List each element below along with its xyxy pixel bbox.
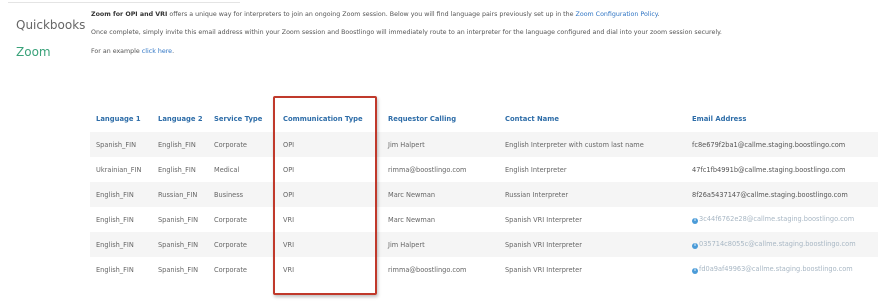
cell-contact-name: Spanish VRI Interpreter: [505, 215, 582, 224]
cell-email-address[interactable]: fc8e679f2ba1@callme.staging.boostlingo.c…: [686, 132, 878, 157]
cell-service-type: Business: [208, 182, 277, 207]
cell-contact-name: English Interpreter: [505, 165, 567, 174]
cell-language-1: English_FIN: [90, 182, 152, 207]
cell-requestor-calling: Marc Newman: [382, 182, 499, 207]
info-icon[interactable]: i: [692, 268, 698, 274]
example-text: For an example: [91, 47, 142, 55]
description-line-1: Zoom for OPI and VRI offers a unique way…: [91, 10, 871, 20]
table-body: Spanish_FIN English_FIN Corporate OPI Jim Ha…: [90, 132, 878, 282]
table-row[interactable]: English_FIN Russian_FIN Business OPI Marc Ne…: [90, 182, 878, 207]
click-here-link[interactable]: click here: [142, 48, 172, 55]
zoom-configuration-policy-link[interactable]: Zoom Configuration Policy: [576, 11, 658, 18]
cell-language-1: English_FIN: [90, 232, 152, 257]
example-period: .: [172, 47, 175, 55]
email-address-text: 8f26a5437147@callme.staging.boostlingo.c…: [692, 190, 848, 199]
table-row[interactable]: English_FIN Spanish_FIN Corporate VRI Marc N…: [90, 207, 878, 232]
cell-language-2: Russian_FIN: [152, 182, 208, 207]
cell-service-type: Corporate: [214, 265, 247, 274]
column-header-language-2[interactable]: Language 2: [152, 106, 208, 132]
cell-requestor-calling: rimma@boostlingo.com: [388, 265, 467, 274]
cell-service-type: Corporate: [208, 232, 277, 257]
product-name: Zoom for OPI and VRI: [91, 11, 168, 18]
cell-service-type: Medical: [214, 165, 240, 174]
cell-language-1: English_FIN: [96, 215, 134, 224]
language-pairs-table: Language 1 Language 2 Service Type Commu…: [90, 106, 878, 282]
sidebar-item-zoom[interactable]: Zoom: [16, 45, 51, 59]
cell-contact-name: Spanish VRI Interpreter: [499, 232, 686, 257]
info-icon[interactable]: i: [692, 243, 698, 249]
description-period: .: [657, 11, 660, 18]
cell-service-type: Corporate: [208, 132, 277, 157]
cell-language-1: Spanish_FIN: [90, 132, 152, 157]
cell-email-address[interactable]: 8f26a5437147@callme.staging.boostlingo.c…: [686, 182, 878, 207]
cell-language-2: Spanish_FIN: [158, 215, 199, 224]
column-header-service-type[interactable]: Service Type: [208, 106, 277, 132]
cell-email-address[interactable]: i fd0a9af49963@callme.staging.boostlingo.…: [686, 257, 878, 282]
description-line-3: For an example click here.: [91, 47, 871, 57]
cell-language-1: English_FIN: [96, 265, 134, 274]
column-header-email-address[interactable]: Email Address: [686, 106, 878, 132]
cell-contact-name: English Interpreter with custom last nam…: [499, 132, 686, 157]
email-address-text: fd0a9af49963@callme.staging.boostlingo.c…: [699, 265, 853, 273]
table-header-row: Language 1 Language 2 Service Type Commu…: [90, 106, 878, 132]
cell-email-address[interactable]: i 3c44f6762e28@callme.staging.boostlingo.…: [686, 207, 878, 232]
cell-contact-name: Spanish VRI Interpreter: [505, 265, 582, 274]
zoom-description: Zoom for OPI and VRI offers a unique way…: [91, 10, 871, 65]
email-address-text: 47fc1fb4991b@callme.staging.boostlingo.c…: [692, 165, 846, 174]
table-row[interactable]: Ukrainian_FIN English_FIN Medical OPI rimma@…: [90, 157, 878, 182]
email-address-text: fc8e679f2ba1@callme.staging.boostlingo.c…: [692, 140, 846, 149]
cell-requestor-calling: Jim Halpert: [382, 232, 499, 257]
table-row[interactable]: English_FIN Spanish_FIN Corporate VRI rimma@…: [90, 257, 878, 282]
cell-service-type: Corporate: [214, 215, 247, 224]
cell-language-2: English_FIN: [158, 165, 196, 174]
description-text: offers a unique way for interpreters to …: [167, 11, 576, 18]
column-header-requestor-calling[interactable]: Requestor Calling: [382, 106, 499, 132]
description-line-2: Once complete, simply invite this email …: [91, 29, 722, 37]
cell-requestor-calling: rimma@boostlingo.com: [388, 165, 467, 174]
cell-requestor-calling: Jim Halpert: [382, 132, 499, 157]
cell-email-address[interactable]: 47fc1fb4991b@callme.staging.boostlingo.c…: [686, 157, 878, 182]
email-address-text: 035714c8055c@callme.staging.boostlingo.c…: [699, 240, 856, 248]
table-row[interactable]: Spanish_FIN English_FIN Corporate OPI Jim Ha…: [90, 132, 878, 157]
cell-language-2: Spanish_FIN: [158, 265, 199, 274]
cell-language-2: English_FIN: [152, 132, 208, 157]
cell-contact-name: Russian Interpreter: [499, 182, 686, 207]
column-header-contact-name[interactable]: Contact Name: [499, 106, 686, 132]
settings-sidebar: Quickbooks Zoom: [0, 0, 240, 303]
cell-language-2: Spanish_FIN: [152, 232, 208, 257]
column-header-language-1[interactable]: Language 1: [90, 106, 152, 132]
sidebar-item-quickbooks[interactable]: Quickbooks: [16, 18, 85, 32]
cell-email-address[interactable]: i 035714c8055c@callme.staging.boostlingo.…: [686, 232, 878, 257]
table-row[interactable]: English_FIN Spanish_FIN Corporate VRI Jim Ha…: [90, 232, 878, 257]
info-icon[interactable]: i: [692, 218, 698, 224]
cell-requestor-calling: Marc Newman: [388, 215, 436, 224]
communication-type-highlight-box: [273, 96, 377, 295]
sidebar-divider: [8, 2, 240, 3]
email-address-text: 3c44f6762e28@callme.staging.boostlingo.c…: [699, 215, 855, 223]
cell-language-1: Ukrainian_FIN: [96, 165, 142, 174]
